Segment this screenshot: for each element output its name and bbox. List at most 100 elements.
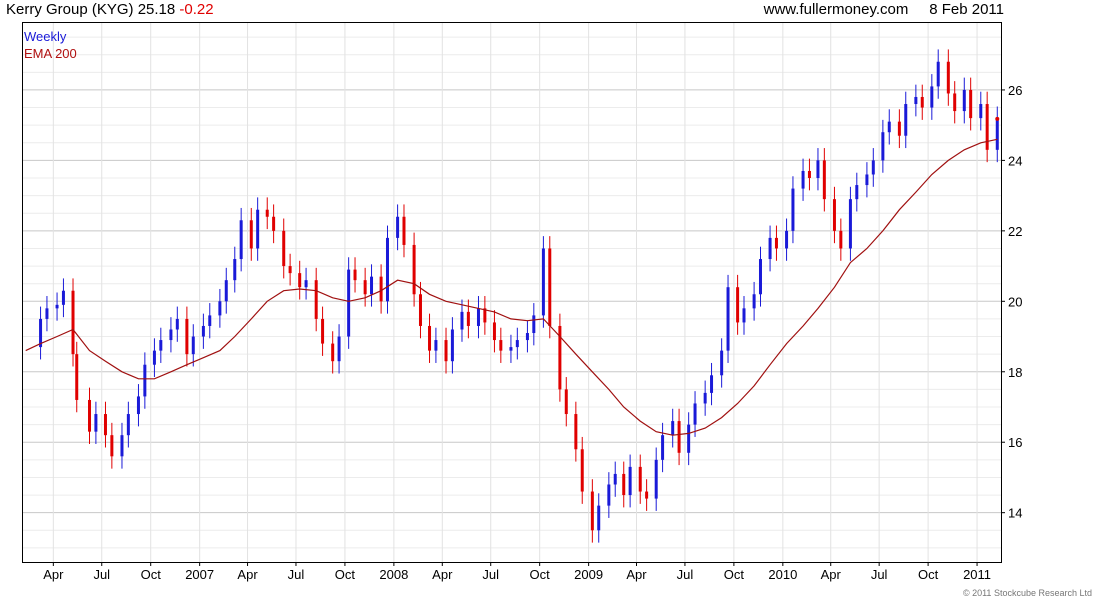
price-bar-body (962, 89, 966, 112)
price-bar-body (677, 421, 681, 453)
price-bar-body (256, 209, 260, 249)
price-bar-body (321, 318, 325, 344)
price-bar-body (930, 86, 934, 108)
price-bar-body (887, 121, 891, 133)
price-bar-body (710, 375, 714, 393)
price-bar-body (532, 315, 536, 334)
price-bar-body (628, 466, 632, 496)
price-bar-body (208, 315, 212, 326)
price-bar-body (671, 421, 675, 436)
price-bar-body (331, 343, 335, 362)
price-bar-body (288, 266, 292, 274)
price-bar-body (110, 435, 114, 457)
x-tick-label: Apr (626, 567, 647, 582)
x-tick-label: 2008 (379, 567, 408, 582)
price-bar-body (936, 61, 940, 87)
price-bar-body (499, 340, 503, 351)
price-bar-body (175, 318, 179, 330)
price-bar-body (363, 280, 367, 295)
price-bar-body (476, 308, 480, 326)
price-bar-body (88, 399, 92, 432)
x-tick-label: Jul (288, 567, 305, 582)
price-bar-body (807, 170, 811, 179)
price-bar-body (548, 248, 552, 326)
price-bar-body (265, 209, 269, 217)
price-bar-body (904, 104, 908, 136)
price-bar-body (865, 174, 869, 186)
price-bar-body (574, 414, 578, 450)
x-tick-label: 2007 (185, 567, 214, 582)
price-bar-body (218, 301, 222, 316)
price-bar-body (412, 244, 416, 295)
price-bar-body (450, 329, 454, 362)
price-bar-body (897, 121, 901, 136)
price-bar-body (466, 311, 470, 326)
price-bar-body (201, 325, 205, 337)
y-tick-label: 18 (1008, 365, 1022, 380)
price-bar-body (428, 325, 432, 351)
x-tick-label: 2009 (574, 567, 603, 582)
y-tick-label: 20 (1008, 294, 1022, 309)
price-bar-body (71, 290, 75, 355)
price-bar-body (304, 280, 308, 288)
price-bar-body (509, 347, 513, 351)
price-bar-body (402, 216, 406, 245)
price-bar-body (645, 491, 649, 499)
price-bar-body (191, 336, 195, 355)
price-bar-body (622, 473, 626, 496)
price-bar-body (418, 294, 422, 326)
price-bar-body (515, 340, 519, 348)
price-chart: Apr Jul Oct 2007 Apr Jul Oct 2008 Apr Jul Oct 2009 A… (23, 23, 1022, 582)
price-bar-body (396, 216, 400, 238)
price-bar-body (159, 340, 163, 351)
last-price-marker (995, 116, 1000, 121)
price-bar-body (239, 220, 243, 260)
price-bar-body (607, 484, 611, 506)
price-bar-body (979, 104, 983, 119)
x-tick-label: 2010 (768, 567, 797, 582)
price-bar-body (881, 132, 885, 161)
copyright-notice: © 2011 Stockcube Research Ltd (962, 588, 1092, 598)
price-bar-body (169, 329, 173, 341)
x-tick-label: Oct (141, 567, 162, 582)
price-bar-body (385, 237, 389, 302)
price-bar-body (687, 424, 691, 453)
price-bar-body (143, 364, 147, 397)
price-bar-body (347, 269, 351, 337)
y-tick-label: 24 (1008, 153, 1022, 168)
x-tick-label: Apr (821, 567, 842, 582)
price-bar-body (871, 160, 875, 175)
price-bar-body (703, 392, 707, 404)
price-bar-body (525, 333, 529, 341)
price-bar-body (272, 216, 276, 231)
price-bar-body (752, 294, 756, 309)
price-bar-body (742, 308, 746, 323)
price-bar-body (801, 170, 805, 189)
price-bar-body (564, 389, 568, 415)
price-bar-body (444, 340, 448, 362)
price-bar-body (720, 350, 724, 376)
price-bar-body (298, 273, 302, 288)
price-bar-body (726, 287, 730, 351)
price-bar-body (126, 414, 130, 436)
price-bar-body (61, 290, 65, 305)
price-bar-body (541, 248, 545, 316)
price-bar-body (816, 160, 820, 179)
price-bar-body (185, 318, 189, 355)
price-bar-body (832, 199, 836, 231)
price-bar-body (969, 89, 973, 119)
price-bar-body (55, 304, 59, 309)
price-bar-body (693, 403, 697, 425)
y-tick-label: 14 (1008, 506, 1022, 521)
price-bar-body (654, 459, 658, 499)
x-tick-label: Jul (482, 567, 499, 582)
x-tick-label: Oct (530, 567, 551, 582)
price-bar-body (233, 259, 237, 281)
x-tick-label: Apr (43, 567, 64, 582)
y-tick-label: 22 (1008, 224, 1022, 239)
price-bar-body (249, 220, 253, 249)
price-bar-body (953, 93, 957, 112)
price-bar-body (758, 259, 762, 295)
price-bar-body (580, 449, 584, 492)
x-tick-label: Jul (871, 567, 888, 582)
